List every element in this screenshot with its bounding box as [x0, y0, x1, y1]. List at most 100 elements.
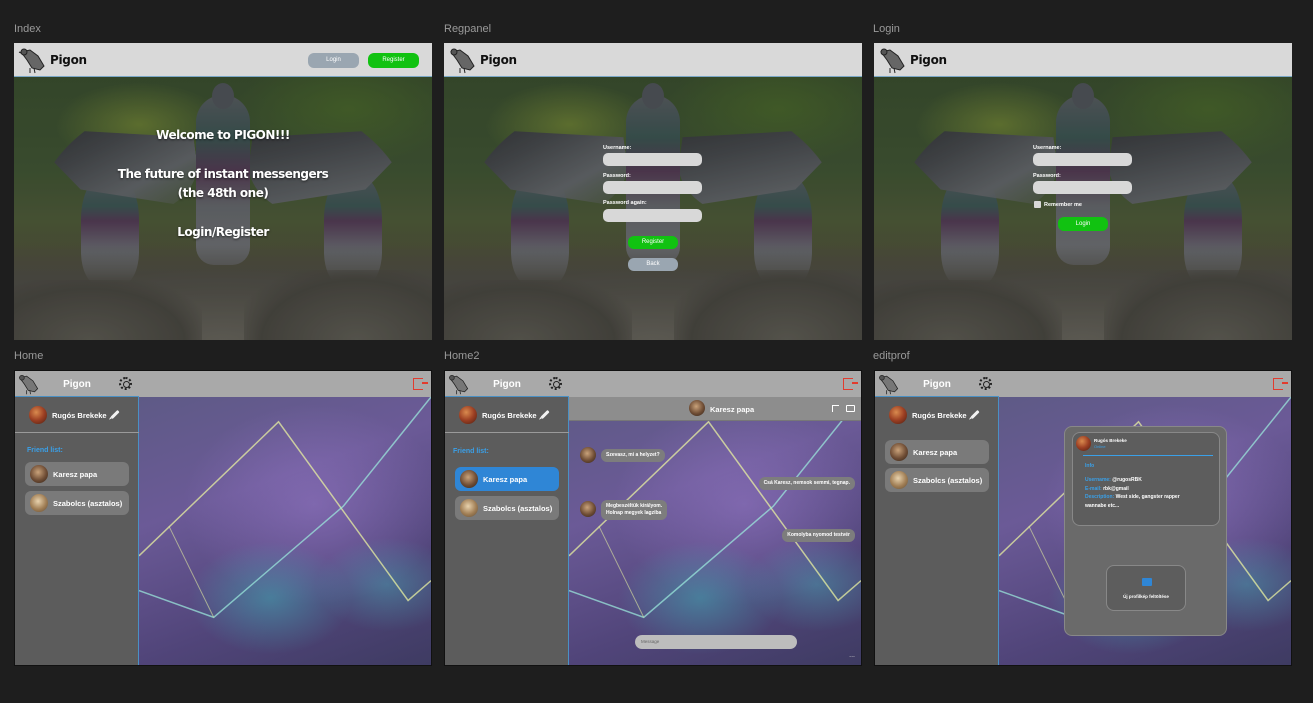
frame-label-regpanel: Regpanel: [444, 23, 492, 35]
username-key: Username:: [1085, 477, 1111, 483]
friend-item-szabolcs[interactable]: Szabolcs (asztalos): [25, 491, 129, 515]
info-block: Username: @rugosRBK E-mail: rbk@gmail De…: [1085, 476, 1180, 510]
avatar: [889, 406, 907, 424]
password-label: Password:: [603, 173, 631, 179]
password-label: Password:: [1033, 173, 1061, 179]
register-submit-button[interactable]: Register: [628, 236, 678, 249]
login-button[interactable]: Login: [308, 53, 359, 68]
info-title: Info: [1085, 463, 1095, 469]
friend-list-title: Friend list:: [27, 447, 63, 454]
frame-label-login: Login: [873, 23, 900, 35]
remember-checkbox[interactable]: [1034, 201, 1041, 208]
user-name: Rugós Brekeke: [912, 411, 967, 420]
gear-icon[interactable]: [119, 377, 132, 390]
card-user-name: Rugós Brekeke: [1094, 438, 1127, 443]
more-options-icon[interactable]: ...: [849, 652, 855, 659]
avatar: [890, 471, 908, 489]
frame-editprof: Pigon Rugós Brekeke Karesz papa Szabolcs…: [874, 370, 1292, 666]
register-button[interactable]: Register: [368, 53, 419, 68]
avatar: [459, 406, 477, 424]
card-status: Online: [1094, 444, 1106, 449]
avatar: [30, 494, 48, 512]
profile-card: Rugós Brekeke Online Info Username: @rug…: [1072, 432, 1220, 526]
message-line: Megbeszéltük királyom.: [606, 503, 663, 509]
avatar: [580, 501, 596, 517]
username-value: @rugosRBK: [1112, 477, 1142, 483]
password-again-label: Password again:: [603, 200, 647, 206]
password-input[interactable]: [603, 181, 702, 194]
username-input[interactable]: [1033, 153, 1132, 166]
back-button[interactable]: Back: [628, 258, 678, 271]
pencil-edit-icon[interactable]: [540, 409, 550, 420]
message-input[interactable]: Message: [635, 635, 797, 649]
friend-name: Szabolcs (asztalos): [483, 504, 553, 513]
current-user[interactable]: Rugós Brekeke: [875, 397, 999, 433]
logout-icon[interactable]: [413, 378, 428, 390]
avatar: [1076, 436, 1091, 451]
background-pigeon-photo: [874, 77, 1292, 340]
friend-list-title: Friend list:: [453, 448, 489, 455]
logout-icon[interactable]: [843, 378, 858, 390]
friend-item-szabolcs[interactable]: Szabolcs (asztalos): [885, 468, 989, 492]
current-user[interactable]: Rugós Brekeke: [15, 397, 139, 433]
chat-contact-name: Karesz papa: [710, 405, 755, 414]
frame-label-editprof: editprof: [873, 350, 910, 362]
message-incoming: Megbeszéltük királyom. Holnap megyek lag…: [601, 500, 668, 520]
phone-icon[interactable]: [832, 405, 839, 412]
tagline-line1: The future of instant messengers: [117, 167, 329, 181]
user-name: Rugós Brekeke: [52, 411, 107, 420]
tagline-line2: (the 48th one): [177, 186, 269, 200]
message-line: Holnap megyek lagziba: [606, 510, 662, 516]
frame-label-home2: Home2: [444, 350, 480, 362]
friend-item-karesz[interactable]: Karesz papa: [885, 440, 989, 464]
avatar: [689, 400, 705, 416]
avatar: [460, 470, 478, 488]
upload-photo-button[interactable]: Új profilkép feltöltése: [1106, 565, 1186, 611]
sidebar-header: Pigon: [445, 371, 569, 397]
frame-label-index: Index: [14, 23, 41, 35]
friend-item-karesz[interactable]: Karesz papa: [455, 467, 559, 491]
frame-index: Pigon Login Register Welcome to PIGON!!!…: [14, 43, 432, 340]
folder-icon: [1142, 578, 1152, 586]
password-input[interactable]: [1033, 181, 1132, 194]
description-key: Description:: [1085, 494, 1115, 500]
login-submit-button[interactable]: Login: [1058, 217, 1108, 231]
current-user[interactable]: Rugós Brekeke: [445, 397, 569, 433]
friend-name: Karesz papa: [483, 475, 528, 484]
sidebar-header: Pigon: [875, 371, 999, 397]
username-input[interactable]: [603, 153, 702, 166]
friend-name: Karesz papa: [913, 448, 958, 457]
description-value: West side, gangster rapper: [1115, 494, 1180, 500]
message-outgoing: Komolyba nyomod testvér: [782, 529, 855, 542]
avatar: [460, 499, 478, 517]
username-label: Username:: [1033, 145, 1062, 151]
pigeon-logo-icon: [448, 46, 478, 74]
gear-icon[interactable]: [549, 377, 562, 390]
upload-label: Új profilkép feltöltése: [1123, 594, 1169, 599]
background-pigeon-photo: [14, 77, 432, 340]
username-label: Username:: [603, 145, 632, 151]
friend-item-karesz[interactable]: Karesz papa: [25, 462, 129, 486]
description-value-cont: wannabe etc...: [1085, 502, 1120, 509]
brand-name: Pigon: [910, 52, 947, 67]
user-name: Rugós Brekeke: [482, 411, 537, 420]
friend-item-szabolcs[interactable]: Szabolcs (asztalos): [455, 496, 559, 520]
logout-icon[interactable]: [1273, 378, 1288, 390]
avatar: [30, 465, 48, 483]
message-outgoing: Csá Karesz, nemsok semmi, tegnap.: [758, 477, 855, 490]
pigeon-logo-icon: [878, 46, 908, 74]
neon-background: [139, 397, 431, 665]
email-value: rbk@gmail: [1103, 485, 1129, 492]
frame-home: Pigon Rugós Brekeke Friend list: Karesz …: [14, 370, 432, 666]
avatar: [580, 447, 596, 463]
login-register-link[interactable]: Login/Register: [14, 225, 432, 239]
top-bar: Pigon: [874, 43, 1292, 77]
top-bar: Pigon: [444, 43, 862, 77]
video-camera-icon[interactable]: [846, 405, 855, 412]
email-key: E-mail:: [1085, 485, 1102, 492]
password-again-input[interactable]: [603, 209, 702, 222]
edit-profile-modal: Rugós Brekeke Online Info Username: @rug…: [1064, 426, 1227, 636]
gear-icon[interactable]: [979, 377, 992, 390]
pencil-edit-icon[interactable]: [970, 409, 980, 420]
pencil-edit-icon[interactable]: [110, 409, 120, 420]
